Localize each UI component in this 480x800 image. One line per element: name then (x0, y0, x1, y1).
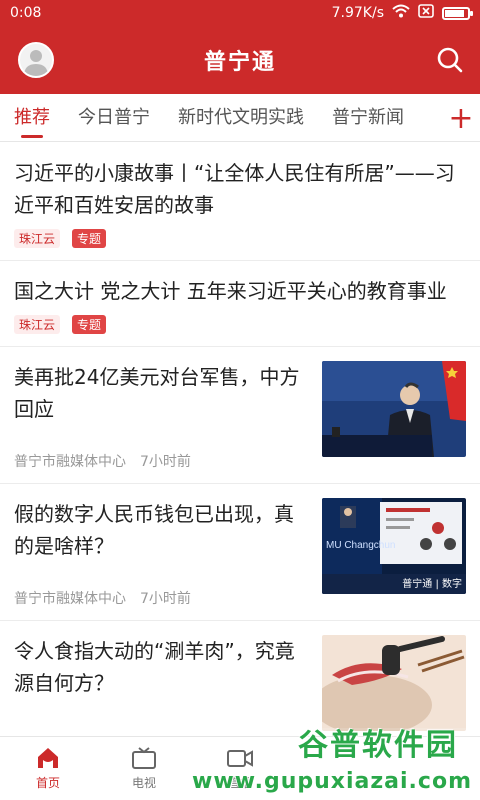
network-speed: 7.97K/s (331, 5, 384, 21)
list-item[interactable]: 令人食指大动的“涮羊肉”，究竟源自何方？ (0, 621, 480, 736)
news-title: 国之大计 党之大计 五年来习近平关心的教育事业 (14, 279, 447, 303)
tag-row: 珠江云 专题 (14, 315, 464, 334)
nav-tv[interactable]: 电视 (96, 737, 192, 800)
list-item[interactable]: 习近平的小康故事丨“让全体人民住有所居”——习近平和百姓安居的故事 珠江云 专题 (0, 143, 480, 261)
sim-icon (418, 4, 434, 22)
nav-home[interactable]: 首页 (0, 737, 96, 800)
list-item[interactable]: 美再批24亿美元对台军售，中方回应 普宁市融媒体中心 7小时前 (0, 347, 480, 484)
tab-label: 新时代文明实践 (178, 106, 304, 128)
news-source: 普宁市融媒体中心 (14, 454, 126, 470)
nav-label: 首页 (35, 776, 60, 790)
news-thumbnail-press (322, 361, 466, 457)
thumb-caption: MU Changchun (326, 540, 396, 551)
video-icon (227, 750, 253, 767)
home-icon (38, 748, 58, 768)
list-item[interactable]: 国之大计 党之大计 五年来习近平关心的教育事业 珠江云 专题 (0, 261, 480, 347)
avatar[interactable] (18, 42, 54, 78)
channel-tabs: 推荐 今日普宁 新时代文明实践 普宁新闻 + (0, 94, 480, 142)
watermark-brand: 谷普软件园 (298, 728, 458, 763)
tag-row: 珠江云 专题 (14, 229, 464, 248)
status-right: 7.97K/s (331, 4, 473, 22)
source-tag: 珠江云 (14, 315, 61, 334)
topic-tag: 专题 (72, 229, 107, 248)
news-meta: 普宁市融媒体中心 7小时前 (14, 588, 310, 608)
tab-today-puning[interactable]: 今日普宁 (64, 94, 164, 141)
news-title: 习近平的小康故事丨“让全体人民住有所居”——习近平和百姓安居的故事 (14, 161, 455, 217)
tab-label: 普宁新闻 (332, 106, 404, 128)
source-tag: 珠江云 (14, 229, 61, 248)
news-title: 假的数字人民币钱包已出现，真的是啥样？ (14, 502, 294, 558)
news-title: 令人食指大动的“涮羊肉”，究竟源自何方？ (14, 639, 295, 695)
list-item[interactable]: 假的数字人民币钱包已出现，真的是啥样？ 普宁市融媒体中心 7小时前 MU Cha… (0, 484, 480, 621)
search-icon[interactable] (436, 46, 464, 74)
news-time: 7小时前 (140, 454, 191, 470)
tab-puning-news[interactable]: 普宁新闻 (318, 94, 418, 141)
battery-icon (442, 6, 473, 20)
status-time: 0:08 (10, 5, 42, 21)
news-source: 普宁市融媒体中心 (14, 591, 126, 607)
status-bar: 0:08 7.97K/s (0, 0, 480, 26)
news-feed: 习近平的小康故事丨“让全体人民住有所居”——习近平和百姓安居的故事 珠江云 专题… (0, 143, 480, 736)
nav-label: 电视 (131, 776, 156, 790)
news-meta: 普宁市融媒体中心 7小时前 (14, 451, 310, 471)
news-thumbnail-digital: MU Changchun 普宁通 | 数字 (322, 498, 466, 594)
site-watermark: 谷普软件园 www.gupuxiazai.com (192, 728, 480, 800)
tab-civilization[interactable]: 新时代文明实践 (164, 94, 318, 141)
battery-fill (445, 9, 465, 17)
app-title: 普宁通 (203, 50, 276, 75)
tab-label: 推荐 (14, 106, 50, 128)
watermark-url: www.gupuxiazai.com (192, 769, 472, 794)
app-header: 普宁通 (0, 26, 480, 94)
plus-icon[interactable]: + (442, 94, 480, 141)
tv-icon (132, 747, 156, 769)
user-icon (24, 50, 48, 76)
topic-tag: 专题 (72, 315, 107, 334)
news-time: 7小时前 (140, 591, 191, 607)
tab-recommend[interactable]: 推荐 (0, 94, 64, 141)
news-thumbnail-hotpot (322, 635, 466, 731)
thumb-footer: 普宁通 | 数字 (402, 579, 462, 590)
news-text-col: 美再批24亿美元对台军售，中方回应 普宁市融媒体中心 7小时前 (14, 361, 322, 471)
news-text-col: 令人食指大动的“涮羊肉”，究竟源自何方？ (14, 635, 322, 736)
wifi-icon (392, 4, 410, 22)
news-title: 美再批24亿美元对台军售，中方回应 (14, 365, 300, 421)
news-text-col: 假的数字人民币钱包已出现，真的是啥样？ 普宁市融媒体中心 7小时前 (14, 498, 322, 608)
tab-label: 今日普宁 (78, 106, 150, 128)
